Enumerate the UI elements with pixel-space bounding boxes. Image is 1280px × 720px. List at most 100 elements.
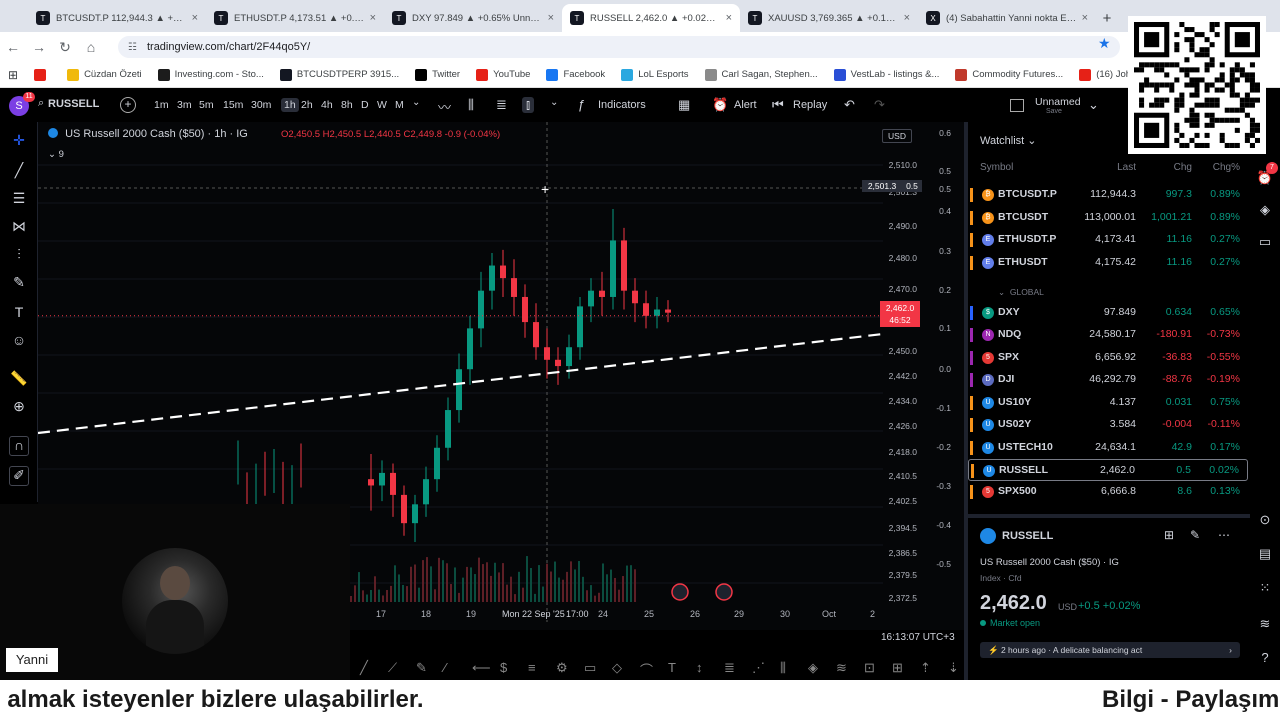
more-icon[interactable]: ⋯ bbox=[1218, 528, 1230, 542]
bookmark-item[interactable]: Commodity Futures... bbox=[955, 68, 1063, 81]
watchlist-row[interactable]: E ETHUSDT.P 4,173.41 11.16 0.27% bbox=[968, 229, 1248, 251]
drawing-tool-icon[interactable]: ↕ bbox=[696, 660, 703, 675]
timeframe-M[interactable]: M bbox=[395, 99, 404, 111]
watchlist-row[interactable]: U RUSSELL 2,462.0 0.5 0.02% bbox=[968, 459, 1248, 481]
drawing-tool-icon[interactable]: ⌒ bbox=[640, 660, 653, 679]
crosshair-icon[interactable]: ✛ bbox=[9, 132, 29, 152]
timeframe-4h[interactable]: 4h bbox=[321, 99, 333, 111]
bookmark-item[interactable]: Carl Sagan, Stephen... bbox=[704, 68, 818, 81]
browser-tab[interactable]: T BTCUSDT.P 112,944.3 ▲ +0.89% × bbox=[28, 4, 206, 32]
back-icon[interactable]: ← bbox=[0, 39, 26, 55]
layout-icon[interactable] bbox=[1010, 99, 1024, 112]
reload-icon[interactable]: ↻ bbox=[52, 39, 78, 56]
watchlist-row[interactable]: U US10Y 4.137 0.031 0.75% bbox=[968, 392, 1248, 414]
drawing-tool-icon[interactable]: ⋰ bbox=[752, 660, 765, 676]
timeframe-5m[interactable]: 5m bbox=[199, 99, 214, 111]
watchlist-row[interactable]: E ETHUSDT 4,175.42 11.16 0.27% bbox=[968, 252, 1248, 274]
replay-icon[interactable]: ⏮ bbox=[772, 97, 784, 113]
drawing-tool-icon[interactable]: ⟋ bbox=[388, 660, 397, 676]
drawing-tool-icon[interactable]: ≣ bbox=[724, 660, 735, 676]
drawing-tool-icon[interactable]: ⁄ bbox=[444, 660, 446, 675]
undo-icon[interactable]: ↶ bbox=[844, 97, 855, 113]
edit-icon[interactable]: ✎ bbox=[1190, 528, 1200, 542]
bookmark-item[interactable]: BTCUSDTPERP 3915... bbox=[279, 68, 399, 81]
drawing-tool-icon[interactable]: ⫼ bbox=[780, 660, 786, 676]
ruler-icon[interactable]: 📏 bbox=[9, 370, 29, 390]
watchlist-row[interactable]: D DJI 46,292.79 -88.76 -0.19% bbox=[968, 369, 1248, 391]
browser-tab[interactable]: T ETHUSDT.P 4,173.51 ▲ +0.27% × bbox=[206, 4, 384, 32]
close-icon[interactable]: × bbox=[548, 12, 554, 24]
bookmark-item[interactable]: LoL Esports bbox=[621, 68, 689, 81]
replay-button[interactable]: Replay bbox=[793, 99, 827, 111]
close-icon[interactable]: × bbox=[726, 12, 732, 24]
apps-icon[interactable]: ⊞ bbox=[8, 68, 18, 82]
close-icon[interactable]: × bbox=[370, 12, 376, 24]
site-settings-icon[interactable]: ☷ bbox=[128, 42, 137, 53]
drawing-tool-icon[interactable]: ⇡ bbox=[920, 660, 931, 676]
drawing-tool-icon[interactable]: ✎ bbox=[416, 660, 427, 676]
col-last[interactable]: Last bbox=[1117, 162, 1136, 173]
watchlist-title[interactable]: Watchlist ⌄ bbox=[980, 134, 1037, 147]
col-chgp[interactable]: Chg% bbox=[1213, 162, 1240, 173]
alarm-icon[interactable]: ⏰ bbox=[712, 97, 728, 113]
chevron-down-icon[interactable]: ⌄ bbox=[550, 97, 558, 108]
watchlist-row[interactable]: U USTECH10 24,634.1 42.9 0.17% bbox=[968, 437, 1248, 459]
drawing-tool-icon[interactable]: ≡ bbox=[528, 660, 536, 675]
chart-title[interactable]: US Russell 2000 Cash ($50) · 1h · IG bbox=[65, 128, 248, 140]
indicators-button[interactable]: Indicators bbox=[598, 99, 646, 111]
timeframe-1h[interactable]: 1h bbox=[281, 98, 299, 112]
timeframe-8h[interactable]: 8h bbox=[341, 99, 353, 111]
percent-axis[interactable]: 0.6 0.5 0.5 0.4 0.3 0.2 0.1 0.0 -0.1 -0.2 -0.3 -0.4… bbox=[923, 122, 963, 622]
close-icon[interactable]: × bbox=[1082, 12, 1088, 24]
drawing-tool-icon[interactable]: ╱ bbox=[360, 660, 368, 676]
line-chart-icon[interactable]: 〰 bbox=[438, 97, 451, 116]
bookmark-item[interactable]: Twitter bbox=[415, 68, 460, 81]
calendar-icon[interactable]: ▤ bbox=[1256, 546, 1274, 564]
bookmark-item[interactable]: Cüzdan Özeti bbox=[67, 68, 142, 81]
chat-icon[interactable]: ▭ bbox=[1256, 234, 1274, 252]
drawing-tool-icon[interactable]: T bbox=[668, 660, 676, 675]
col-symbol[interactable]: Symbol bbox=[980, 162, 1013, 173]
url-field[interactable]: ☷ tradingview.com/chart/2F44qo5Y/ bbox=[118, 36, 1120, 58]
emoji-icon[interactable]: ☺ bbox=[9, 332, 29, 352]
trend-line-icon[interactable]: ╱ bbox=[9, 162, 29, 182]
chevron-down-icon[interactable]: ⌄ bbox=[1088, 97, 1099, 113]
price-axis[interactable]: 2,510.02,501.32,490.02,480.02,470.02,462… bbox=[885, 122, 921, 622]
bookmark-star-icon[interactable]: ★ bbox=[1098, 35, 1111, 52]
help-icon[interactable]: ? bbox=[1256, 650, 1274, 668]
chevron-down-icon[interactable]: ⌄ bbox=[412, 97, 420, 108]
time-axis[interactable]: 17 18 19 Mon 22 Sep '25 17:00 24 25 26 29 30 Oct 2 bbox=[348, 606, 908, 622]
drawing-tool-icon[interactable]: ⊞ bbox=[892, 660, 903, 676]
alert-button[interactable]: Alert bbox=[734, 99, 757, 111]
watchlist-row[interactable]: N NDQ 24,580.17 -180.91 -0.73% bbox=[968, 324, 1248, 346]
drawing-tool-icon[interactable]: ⚙ bbox=[556, 660, 568, 676]
col-chg[interactable]: Chg bbox=[1174, 162, 1192, 173]
drawing-tool-icon[interactable]: ▭ bbox=[584, 660, 596, 676]
watchlist-row[interactable]: 5 SPX 6,656.92 -36.83 -0.55% bbox=[968, 347, 1248, 369]
forward-icon[interactable]: → bbox=[26, 39, 52, 55]
drawing-tool-icon[interactable]: ⟵ bbox=[472, 660, 491, 676]
timeframe-1m[interactable]: 1m bbox=[154, 99, 169, 111]
search-icon[interactable]: ⌕ bbox=[38, 97, 44, 110]
text-icon[interactable]: T bbox=[9, 304, 29, 324]
fib-icon[interactable]: ☰ bbox=[9, 190, 29, 210]
feed-icon[interactable]: ≋ bbox=[1256, 616, 1274, 634]
indicators-icon[interactable]: ƒ bbox=[578, 97, 585, 112]
timeframe-30m[interactable]: 30m bbox=[251, 99, 271, 111]
drawing-tool-icon[interactable]: ◈ bbox=[808, 660, 818, 676]
drawing-tool-icon[interactable]: ≋ bbox=[836, 660, 847, 676]
grid-icon[interactable]: ⊞ bbox=[1164, 528, 1174, 542]
browser-tab[interactable]: X (4) Sabahattin Yanni nokta Eteh × bbox=[918, 4, 1096, 32]
drawing-tool-icon[interactable]: $ bbox=[500, 660, 507, 675]
watchlist-row[interactable]: ₿ BTCUSDT 113,000.01 1,001.21 0.89% bbox=[968, 207, 1248, 229]
browser-tab[interactable]: T XAUUSD 3,769.365 ▲ +0.14% × bbox=[740, 4, 918, 32]
symbol-search[interactable]: RUSSELL bbox=[48, 98, 99, 110]
redo-icon[interactable]: ↷ bbox=[874, 97, 885, 113]
indicator-toggle[interactable]: ⌄ 9 bbox=[48, 149, 64, 160]
layers-icon[interactable]: ◈ bbox=[1256, 202, 1274, 220]
compare-symbol-button[interactable]: + bbox=[120, 97, 136, 113]
bookmark-item[interactable]: Facebook bbox=[546, 68, 605, 81]
lock-drawing-icon[interactable]: ✐ bbox=[9, 466, 29, 486]
zoom-icon[interactable]: ⊕ bbox=[9, 398, 29, 418]
browser-tab[interactable]: T RUSSELL 2,462.0 ▲ +0.02% Un × bbox=[562, 4, 740, 32]
